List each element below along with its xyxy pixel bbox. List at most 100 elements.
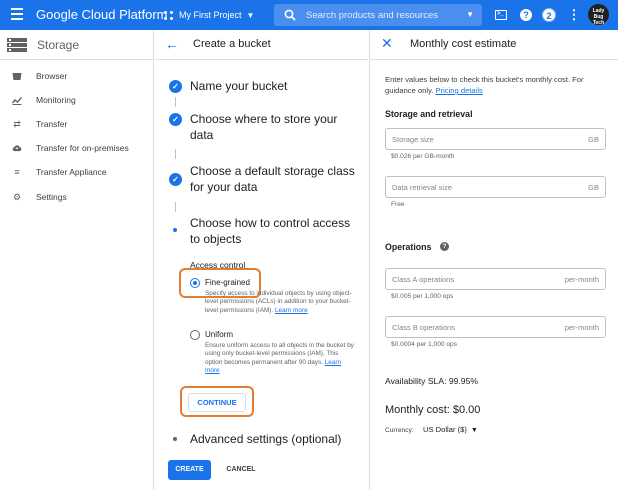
chevron-down-icon: ▼ — [246, 10, 255, 20]
storage-size-unit: GB — [588, 135, 599, 144]
step-current-indicator — [173, 228, 177, 232]
pricing-details-link[interactable]: Pricing details — [436, 86, 483, 95]
sidebar-item-label: Transfer for on-premises — [36, 143, 129, 153]
retrieval-size-field[interactable]: Data retrieval size GB — [385, 176, 606, 198]
step-complete-check-icon: ✓ — [169, 173, 182, 186]
search-dropdown-icon[interactable]: ▼ — [466, 10, 474, 19]
learn-more-link[interactable]: Learn more — [275, 307, 308, 314]
operations-heading: Operations — [385, 242, 432, 252]
top-app-bar: Google Cloud Platform My First Project ▼… — [0, 0, 618, 30]
appliance-icon: ≡ — [14, 167, 20, 177]
chevron-down-icon: ▼ — [470, 427, 478, 434]
search-bar[interactable]: ▼ — [274, 4, 482, 26]
sidebar-item-monitoring[interactable]: Monitoring — [0, 90, 153, 110]
fine-grained-description: Specify access to individual objects by … — [205, 290, 357, 315]
class-b-hint: $0.0004 per 1,000 ops — [391, 341, 457, 348]
storage-retrieval-heading: Storage and retrieval — [385, 109, 473, 119]
help-icon: ? — [520, 9, 532, 21]
step-location[interactable]: Choose where to store your data — [190, 111, 362, 143]
monitoring-icon — [12, 95, 22, 105]
class-b-unit: per-month — [564, 323, 599, 332]
sidebar-item-label: Monitoring — [36, 95, 76, 105]
cost-estimate-header: ✕ Monthly cost estimate — [370, 30, 618, 60]
page-title: Create a bucket — [193, 38, 271, 50]
search-input[interactable] — [306, 7, 456, 23]
currency-label: Currency: — [385, 427, 414, 434]
create-bucket-panel: ← Create a bucket ✓ Name your bucket ✓ C… — [155, 30, 368, 490]
step-complete-check-icon: ✓ — [169, 80, 182, 93]
cloud-shell-button[interactable]: >_ — [493, 7, 509, 23]
app-title[interactable]: Google Cloud Platform — [36, 7, 168, 22]
retrieval-size-unit: GB — [588, 183, 599, 192]
step-storage-class[interactable]: Choose a default storage class for your … — [190, 163, 362, 195]
class-a-hint: $0.005 per 1,000 ops — [391, 293, 454, 300]
retrieval-size-placeholder: Data retrieval size — [392, 183, 453, 192]
search-icon — [284, 9, 296, 21]
continue-button[interactable]: CONTINUE — [188, 393, 246, 412]
notification-count: 2 — [542, 8, 556, 22]
cost-estimate-panel: ✕ Monthly cost estimate Enter values bel… — [369, 30, 618, 490]
step-complete-check-icon: ✓ — [169, 113, 182, 126]
sidebar-title: Storage — [37, 37, 80, 52]
project-selector[interactable]: My First Project ▼ — [163, 6, 254, 24]
gear-icon: ⚙ — [12, 191, 22, 202]
class-a-placeholder: Class A operations — [392, 275, 455, 284]
sidebar-item-settings[interactable]: ⚙ Settings — [0, 187, 153, 207]
create-button[interactable]: CREATE — [168, 460, 211, 480]
step-connector — [175, 149, 176, 159]
avatar-logo-text: Lady Bug Tech — [592, 8, 605, 26]
sidebar-item-browser[interactable]: Browser — [0, 66, 153, 86]
transfer-icon: ⇄ — [13, 118, 21, 129]
storage-size-placeholder: Storage size — [392, 135, 434, 144]
uniform-description: Ensure uniform access to all objects in … — [205, 342, 357, 376]
uniform-label[interactable]: Uniform — [205, 330, 233, 339]
sidebar-item-label: Settings — [36, 192, 67, 202]
step-access-control: Choose how to control access to objects — [190, 216, 351, 246]
help-button[interactable]: ? — [518, 7, 534, 23]
project-name: My First Project — [179, 10, 242, 20]
storage-icon — [7, 37, 27, 52]
fine-grained-label[interactable]: Fine-grained — [205, 278, 250, 287]
step-name-bucket[interactable]: Name your bucket — [190, 78, 362, 94]
help-icon[interactable]: ? — [440, 242, 449, 251]
storage-size-field[interactable]: Storage size GB — [385, 128, 606, 150]
cost-estimate-intro: Enter values below to check this bucket'… — [385, 74, 610, 96]
sidebar-item-transfer[interactable]: ⇄ Transfer — [0, 114, 153, 134]
uniform-radio[interactable] — [190, 330, 200, 340]
cloud-upload-icon — [12, 143, 22, 153]
step-advanced-settings[interactable]: Advanced settings (optional) — [190, 431, 362, 447]
fine-grained-radio[interactable] — [190, 278, 200, 288]
notifications-button[interactable]: 2 — [541, 7, 557, 23]
sidebar-item-transfer-appliance[interactable]: ≡ Transfer Appliance — [0, 162, 153, 182]
wizard-header: ← Create a bucket — [155, 30, 368, 60]
close-icon[interactable]: ✕ — [381, 36, 393, 50]
monthly-cost: Monthly cost: $0.00 — [385, 404, 481, 416]
sidebar-item-label: Transfer — [36, 119, 68, 129]
back-arrow-icon[interactable]: ← — [165, 37, 179, 51]
currency-select[interactable]: US Dollar ($) ▼ — [423, 425, 478, 434]
class-a-operations-field[interactable]: Class A operations per-month — [385, 268, 606, 290]
bucket-icon — [12, 71, 22, 81]
project-dots-icon — [164, 10, 173, 20]
product-sidebar: Storage Browser Monitoring ⇄ Transfer Tr… — [0, 30, 154, 490]
sidebar-header: Storage — [0, 30, 153, 60]
cost-estimate-title: Monthly cost estimate — [410, 38, 517, 50]
sidebar-item-transfer-on-premises[interactable]: Transfer for on-premises — [0, 138, 153, 158]
currency-value: US Dollar ($) — [423, 425, 467, 434]
class-b-operations-field[interactable]: Class B operations per-month — [385, 316, 606, 338]
availability-sla: Availability SLA: 99.95% — [385, 376, 478, 386]
cancel-button[interactable]: CANCEL — [221, 460, 261, 480]
sidebar-item-label: Transfer Appliance — [36, 167, 107, 177]
intro-text: Enter values below to check this bucket'… — [385, 75, 584, 95]
step-connector — [175, 97, 176, 107]
terminal-icon: >_ — [495, 10, 507, 20]
account-avatar[interactable]: Lady Bug Tech — [588, 4, 609, 26]
class-a-unit: per-month — [564, 275, 599, 284]
hamburger-menu-icon[interactable] — [11, 8, 23, 20]
class-b-placeholder: Class B operations — [392, 323, 455, 332]
retrieval-size-hint: Free — [391, 201, 405, 208]
sidebar-item-label: Browser — [36, 71, 68, 81]
more-vert-icon[interactable]: ⋮ — [566, 7, 582, 23]
step-connector — [175, 202, 176, 212]
storage-size-hint: $0.026 per GB-month — [391, 153, 455, 160]
